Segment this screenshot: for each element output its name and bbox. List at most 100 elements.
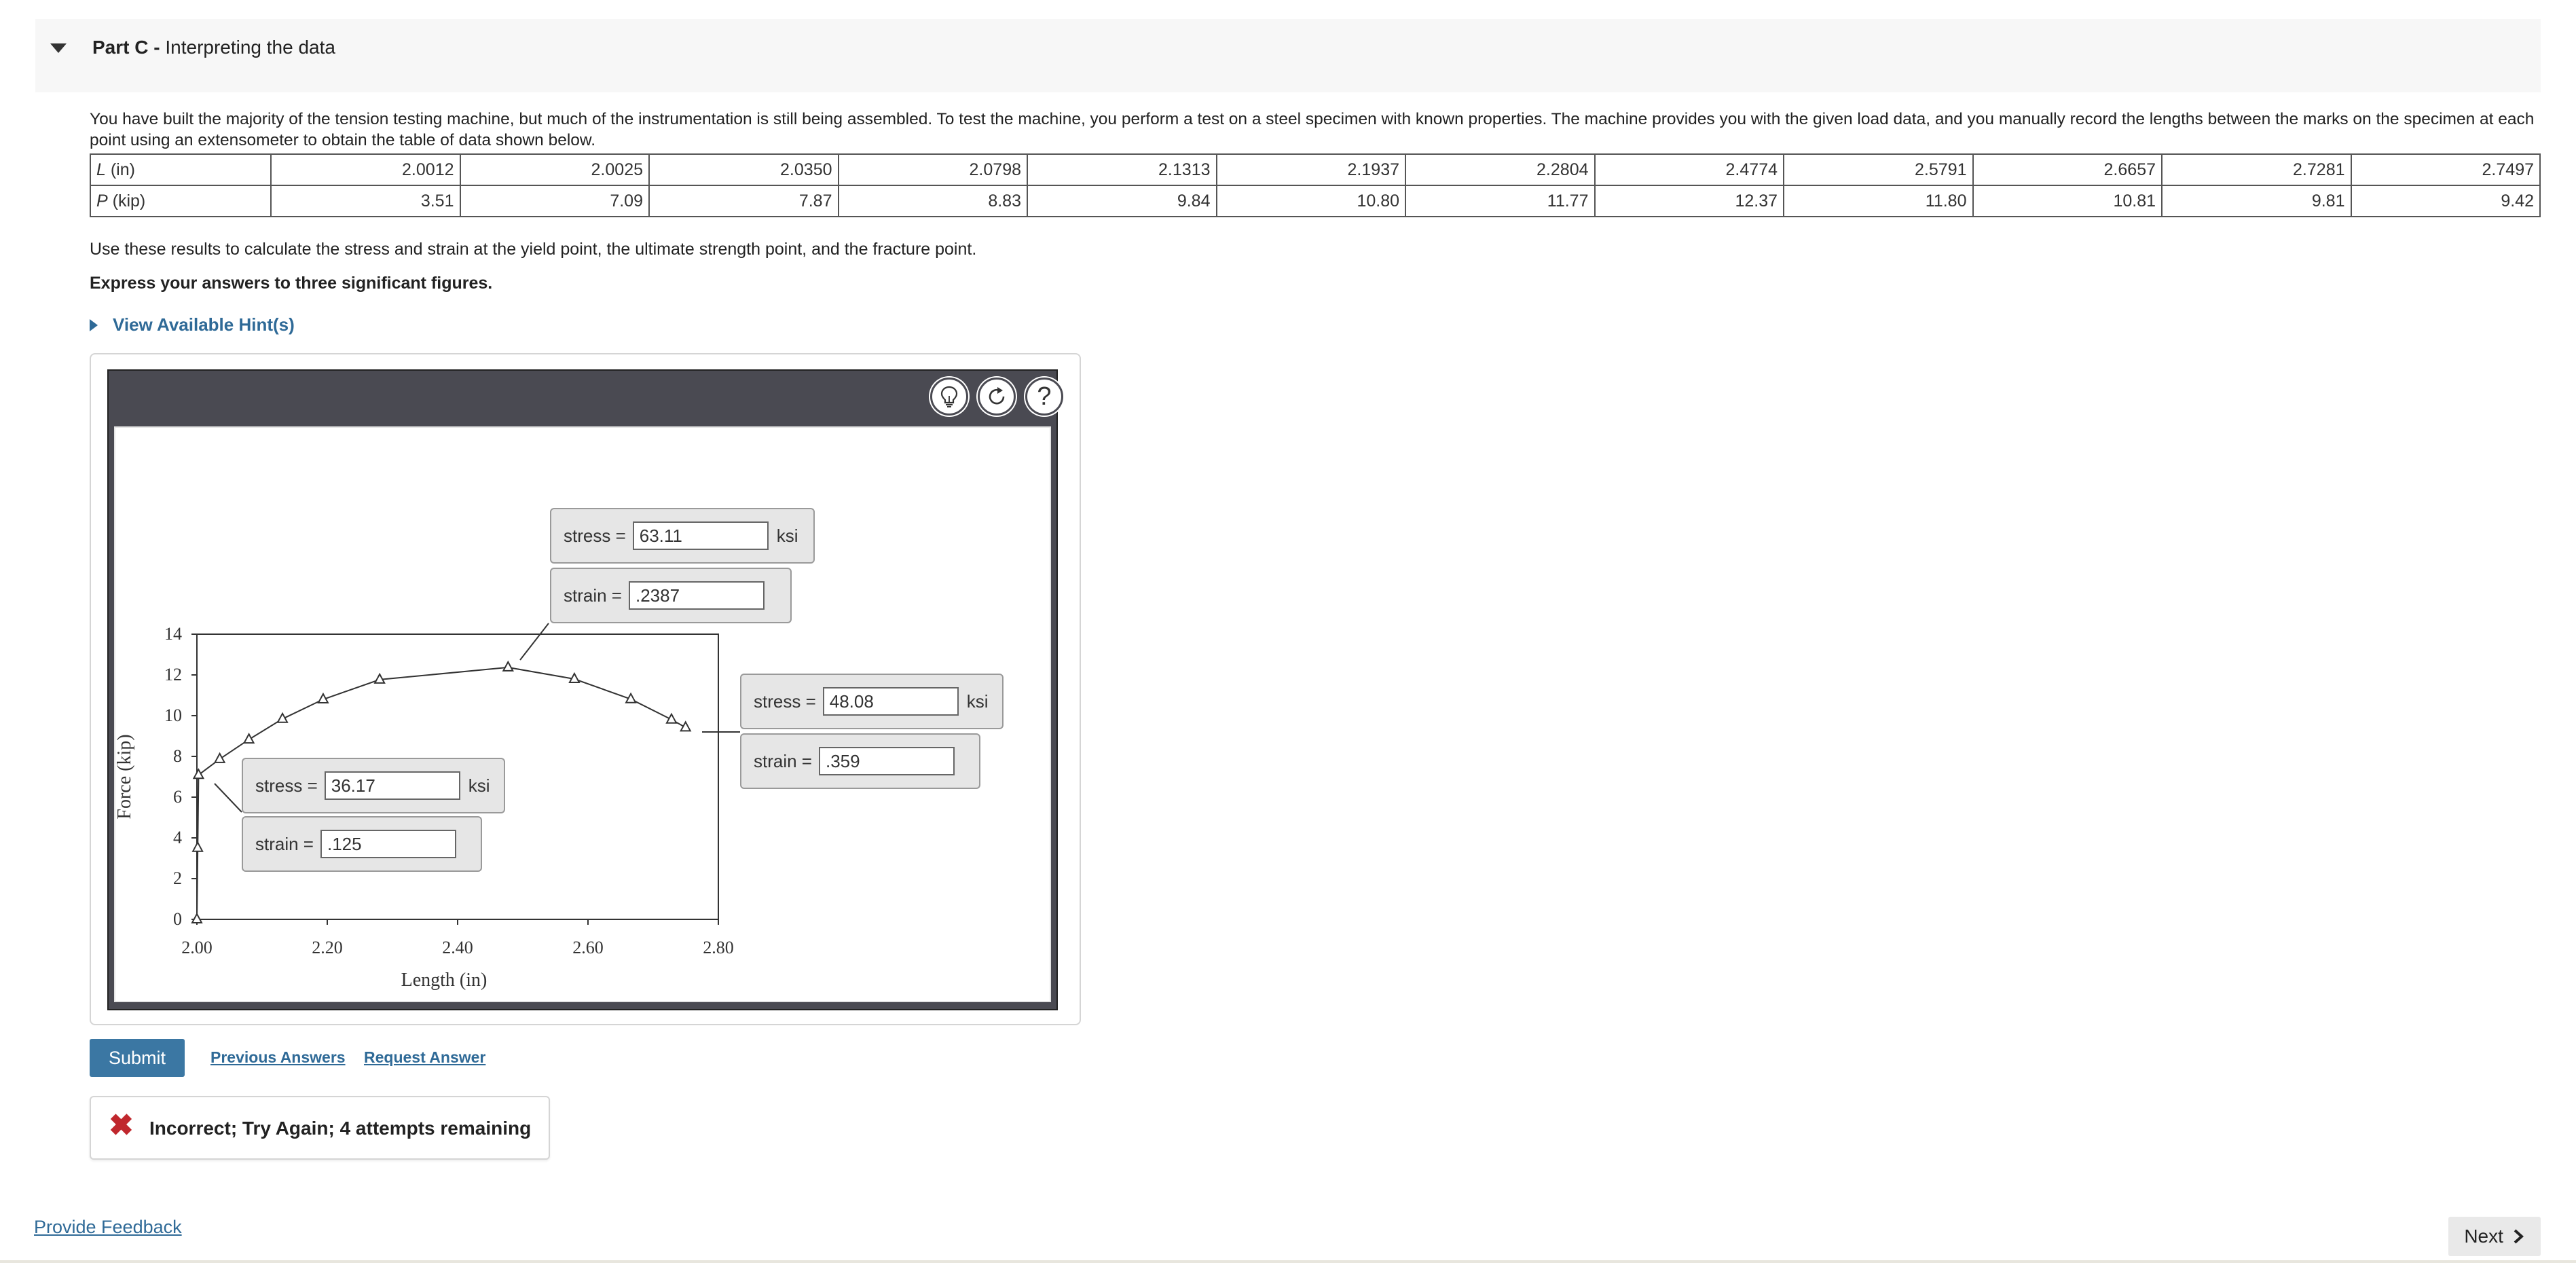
yield-leader-line xyxy=(214,783,242,813)
fracture-stress-input[interactable] xyxy=(822,687,959,716)
fracture-stress-box: stress = ksi xyxy=(740,674,1004,729)
ultimate-leader-line xyxy=(519,623,549,661)
view-hints-link[interactable]: View Available Hint(s) xyxy=(90,314,295,335)
help-glyph: ? xyxy=(1037,382,1052,411)
instruction-text: Use these results to calculate the stres… xyxy=(90,240,977,259)
chevron-right-icon xyxy=(2514,1229,2524,1244)
yield-strain-box: strain = xyxy=(242,816,482,872)
stress-label: stress = xyxy=(754,691,816,712)
table-row: L (in) 2.0012 2.0025 2.0350 2.0798 2.131… xyxy=(90,153,2541,186)
table-cell: 8.83 xyxy=(837,185,1028,217)
table-cell: 7.09 xyxy=(459,185,650,217)
table-cell: 2.4774 xyxy=(1594,153,1784,186)
table-cell: 2.1313 xyxy=(1027,153,1217,186)
data-point xyxy=(242,732,255,744)
table-cell: 10.80 xyxy=(1215,185,1406,217)
table-cell: 12.37 xyxy=(1594,185,1784,217)
ultimate-strain-input[interactable] xyxy=(629,581,765,610)
answer-tool-container: ? 0 2 4 6 8 10 12 14 2.00 2.20 2.40 2.60 2.80 Length … xyxy=(90,353,1081,1025)
y-tick-label: 10 xyxy=(164,705,182,725)
strain-label: strain = xyxy=(255,833,314,854)
part-title: Part C - Interpreting the data xyxy=(92,37,335,58)
fracture-strain-input[interactable] xyxy=(819,747,955,775)
data-point xyxy=(680,720,692,732)
answer-tool: ? 0 2 4 6 8 10 12 14 2.00 2.20 2.40 2.60 2.80 Length … xyxy=(107,369,1063,1010)
table-cell: 2.0798 xyxy=(837,153,1028,186)
stress-unit: ksi xyxy=(966,691,989,712)
data-point xyxy=(502,660,514,672)
fracture-strain-box: strain = xyxy=(740,733,980,789)
ultimate-strain-box: strain = xyxy=(550,568,792,623)
row-label-length: L (in) xyxy=(90,153,272,186)
yield-stress-box: stress = ksi xyxy=(242,758,505,813)
chart-canvas: 0 2 4 6 8 10 12 14 2.00 2.20 2.40 2.60 2.80 Length (i… xyxy=(114,426,1051,1002)
stress-label: stress = xyxy=(564,525,626,546)
y-tick-label: 12 xyxy=(164,665,182,684)
row-label-load: P (kip) xyxy=(90,185,272,217)
part-header[interactable]: Part C - Interpreting the data xyxy=(35,19,2541,92)
table-cell: 9.42 xyxy=(2350,185,2541,217)
collapse-triangle-icon[interactable] xyxy=(50,43,67,53)
data-point xyxy=(192,768,205,779)
y-tick-label: 14 xyxy=(164,624,182,644)
hint-link-label: View Available Hint(s) xyxy=(113,314,295,335)
bottom-border xyxy=(0,1260,2576,1263)
x-axis-label: Length (in) xyxy=(401,970,487,991)
table-cell: 2.0025 xyxy=(459,153,650,186)
x-tick-label: 2.00 xyxy=(181,938,213,957)
table-cell: 2.1937 xyxy=(1215,153,1406,186)
strain-label: strain = xyxy=(564,585,622,606)
table-cell: 2.0350 xyxy=(648,153,839,186)
y-axis-label: Force (kip) xyxy=(115,734,135,819)
x-tick-label: 2.80 xyxy=(703,938,734,957)
table-cell: 2.7497 xyxy=(2350,153,2541,186)
yield-strain-input[interactable] xyxy=(320,830,456,858)
stress-label: stress = xyxy=(255,775,318,796)
feedback-message: Incorrect; Try Again; 4 attempts remaini… xyxy=(149,1118,532,1139)
data-point xyxy=(191,912,203,923)
table-cell: 2.6657 xyxy=(1972,153,2163,186)
next-label: Next xyxy=(2464,1226,2503,1247)
ultimate-stress-box: stress = ksi xyxy=(550,508,815,564)
table-cell: 10.81 xyxy=(1972,185,2163,217)
part-name: Interpreting the data xyxy=(165,37,335,58)
stress-unit: ksi xyxy=(468,775,490,796)
data-point xyxy=(191,841,204,852)
table-cell: 9.84 xyxy=(1027,185,1217,217)
table-cell: 11.80 xyxy=(1783,185,1974,217)
table-cell: 7.87 xyxy=(648,185,839,217)
yield-stress-input[interactable] xyxy=(324,771,460,800)
table-cell: 9.81 xyxy=(2161,185,2352,217)
strain-label: strain = xyxy=(754,750,812,771)
table-cell: 2.0012 xyxy=(270,153,461,186)
data-table: L (in) 2.0012 2.0025 2.0350 2.0798 2.131… xyxy=(90,153,2541,217)
lightbulb-icon[interactable] xyxy=(930,378,968,416)
x-icon: ✖ xyxy=(109,1109,134,1142)
table-cell: 2.5791 xyxy=(1783,153,1974,186)
table-cell: 11.77 xyxy=(1405,185,1596,217)
previous-answers-link[interactable]: Previous Answers xyxy=(210,1048,346,1067)
table-cell: 3.51 xyxy=(270,185,461,217)
y-tick-label: 6 xyxy=(173,787,182,807)
submit-button[interactable]: Submit xyxy=(90,1039,185,1077)
x-tick-label: 2.60 xyxy=(572,938,604,957)
x-tick-label: 2.20 xyxy=(312,938,343,957)
expand-triangle-icon xyxy=(90,319,98,331)
stress-unit: ksi xyxy=(776,525,798,546)
reset-icon[interactable] xyxy=(978,378,1016,416)
question-icon[interactable]: ? xyxy=(1025,378,1063,416)
part-label: Part C - xyxy=(92,37,160,58)
x-tick-label: 2.40 xyxy=(442,938,473,957)
table-row: P (kip) 3.51 7.09 7.87 8.83 9.84 10.80 1… xyxy=(90,185,2541,217)
table-cell: 2.7281 xyxy=(2161,153,2352,186)
feedback-message-box: ✖ Incorrect; Try Again; 4 attempts remai… xyxy=(90,1096,550,1160)
request-answer-link[interactable]: Request Answer xyxy=(364,1048,485,1067)
y-tick-label: 2 xyxy=(173,868,182,888)
significant-figures-note: Express your answers to three significan… xyxy=(90,274,493,293)
ultimate-stress-input[interactable] xyxy=(632,521,769,550)
problem-statement: You have built the majority of the tensi… xyxy=(90,110,2535,149)
y-tick-label: 0 xyxy=(173,909,182,929)
y-tick-label: 4 xyxy=(173,828,182,847)
next-button[interactable]: Next xyxy=(2448,1217,2541,1256)
provide-feedback-link[interactable]: Provide Feedback xyxy=(34,1217,182,1238)
